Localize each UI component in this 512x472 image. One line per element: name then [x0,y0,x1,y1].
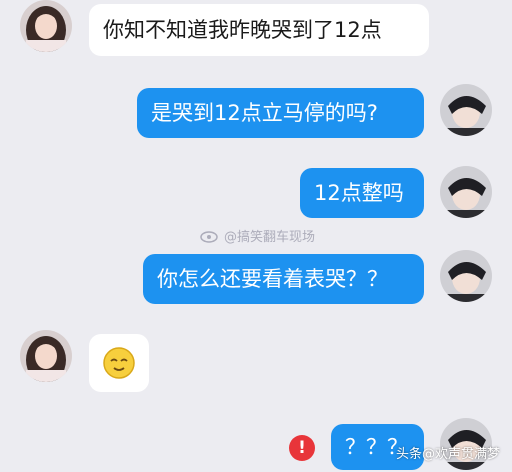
watermark: @搞笑翻车现场 [200,226,315,245]
message-bubble-received: 你知不知道我昨晚哭到了12点 [89,4,429,56]
relieved-face-icon [103,347,135,379]
message-bubble-sent: 是哭到12点立马停的吗? [137,88,424,138]
contact-avatar-girl[interactable] [20,330,72,382]
send-failed-icon[interactable]: ! [289,435,315,461]
message-text: 12点整吗 [314,180,404,205]
message-bubble-received [89,334,149,392]
contact-avatar-girl[interactable] [20,0,72,52]
user-avatar-boy[interactable] [440,166,492,218]
user-avatar-boy[interactable] [440,84,492,136]
message-text: 你怎么还要看着表哭？？ [157,266,388,291]
message-text: 是哭到12点立马停的吗? [151,100,378,125]
user-avatar-boy[interactable] [440,250,492,302]
weibo-icon [200,230,218,243]
message-bubble-sent: 12点整吗 [300,168,424,218]
credit-watermark: 头条@欢声贯满梦 [395,447,500,462]
message-text: 你知不知道我昨晚哭到了12点 [103,17,382,42]
watermark-text: @搞笑翻车现场 [224,230,316,245]
message-bubble-sent: 你怎么还要看着表哭？？ [143,254,424,304]
